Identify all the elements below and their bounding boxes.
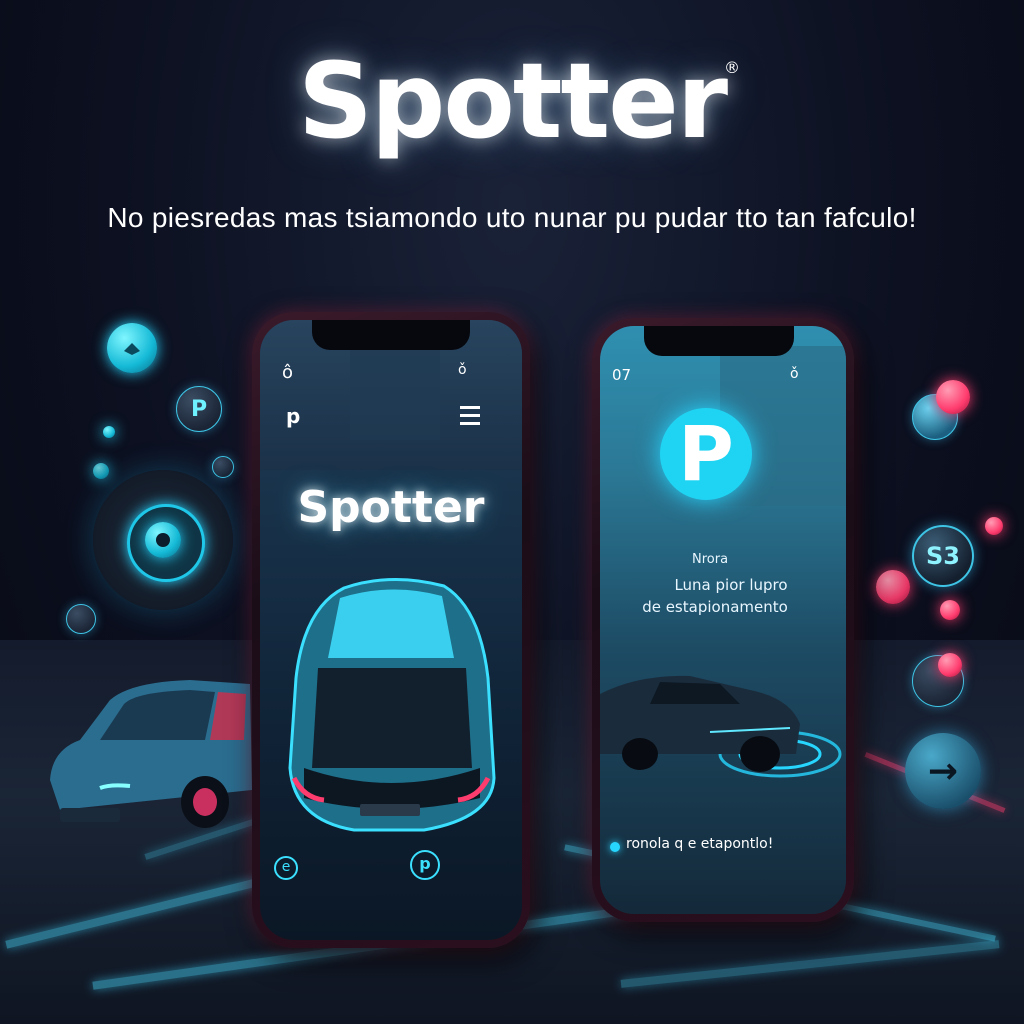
status-battery-icon: ǒ (790, 366, 799, 382)
parking-nav-icon[interactable]: p (410, 850, 440, 880)
status-battery-icon: ǒ (458, 362, 469, 378)
home-icon[interactable]: e (274, 856, 298, 880)
tagline: No piesredas mas tsiamondo uto nunar pu … (107, 202, 917, 233)
dot-icon (938, 653, 962, 677)
label-small: Nrora (692, 552, 729, 567)
app-title: Spotter (297, 482, 485, 533)
parking-logo-icon: P (660, 408, 752, 500)
parking-icon: p (286, 404, 301, 428)
bottom-text: ronola q e etapontlo! (626, 836, 774, 852)
radar-target-icon (93, 470, 233, 610)
parked-car-icon (50, 680, 252, 828)
phone-right: 07 ǒ P Nrora Luna pior lupro de estapion… (592, 318, 854, 922)
headline-line1: Luna pior lupro (674, 576, 788, 594)
s3-badge: S3 (912, 525, 974, 587)
car-radar-icon (600, 675, 842, 778)
phone-notch (644, 326, 794, 356)
chat-bubble-icon (107, 323, 157, 373)
orb-icon (876, 570, 910, 604)
dot-icon (212, 456, 234, 478)
parking-logo-letter: P (678, 409, 734, 498)
small-bubble-icon (66, 604, 96, 634)
dot-icon (103, 426, 115, 438)
orb-icon (936, 380, 970, 414)
phone-left-screen: ô ǒ p Spotter e p (260, 320, 522, 940)
brand-title: Spotter (297, 40, 728, 162)
headline-line2: de estapionamento (642, 598, 788, 616)
dot-icon (93, 463, 109, 479)
dot-icon (940, 600, 960, 620)
parking-bubble-icon: P (176, 386, 222, 432)
phone-left: ô ǒ p Spotter e p (252, 312, 530, 948)
registered-mark: ® (724, 58, 740, 77)
lane-line (620, 940, 1000, 988)
phone-right-screen: 07 ǒ P Nrora Luna pior lupro de estapion… (600, 326, 846, 914)
arrow-right-button[interactable]: → (905, 733, 981, 809)
status-time: 07 (612, 366, 632, 384)
phone-notch (312, 320, 470, 350)
dot-icon (610, 842, 620, 852)
menu-icon[interactable] (460, 406, 480, 425)
dot-icon (985, 517, 1003, 535)
status-left: ô (282, 362, 294, 383)
car-topview-icon (288, 577, 496, 832)
